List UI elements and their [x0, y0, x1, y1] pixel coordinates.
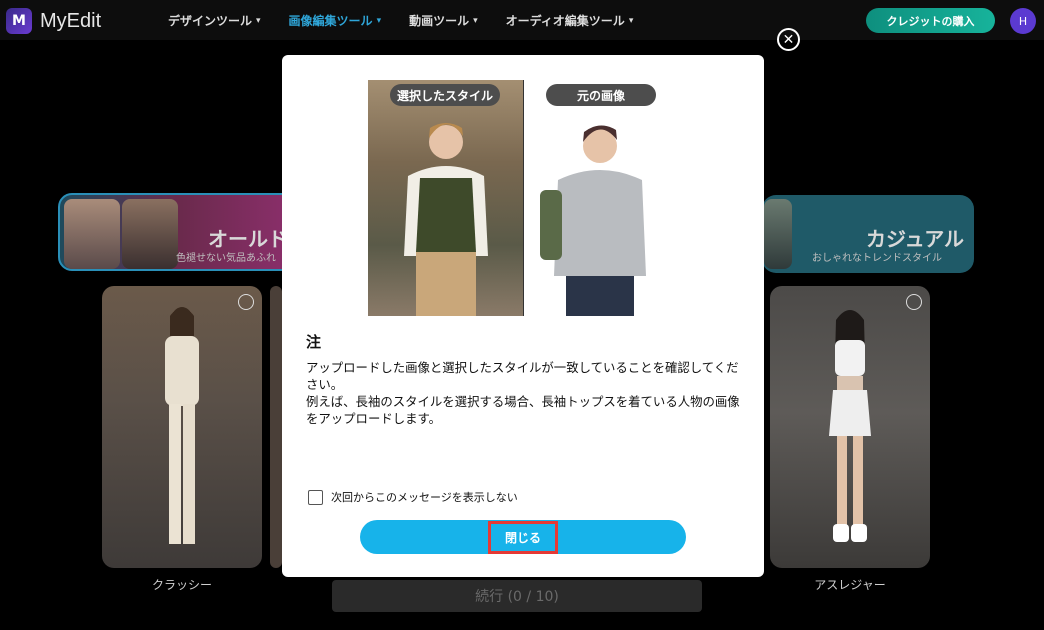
style-category-old[interactable]: オールド 色褪せない気品あふれ [58, 193, 298, 271]
main-nav: デザインツール ▾ 画像編集ツール ▾ 動画ツール ▾ オーディオ編集ツール ▾ [168, 12, 633, 29]
model-photo [165, 307, 199, 544]
nav-image-editing-tools[interactable]: 画像編集ツール ▾ [289, 12, 382, 29]
banner-title: オールド [208, 227, 288, 251]
dont-show-again-row[interactable]: 次回からこのメッセージを表示しない [308, 489, 518, 505]
banner-subtitle: 色褪せない気品あふれ [176, 253, 276, 264]
dont-show-again-label: 次回からこのメッセージを表示しない [331, 491, 518, 504]
dont-show-again-checkbox[interactable] [308, 489, 323, 505]
selected-style-badge: 選択したスタイル [390, 84, 500, 106]
style-card-athleisure[interactable] [770, 286, 930, 568]
note-line-1: アップロードした画像と選択したスタイルが一致していることを確認してください。 [306, 360, 739, 392]
banner-photo [122, 199, 178, 269]
style-category-casual[interactable]: カジュアル おしゃれなトレンドスタイル [762, 195, 974, 273]
original-image-badge: 元の画像 [546, 84, 656, 106]
card-label-classy: クラッシー [151, 578, 212, 592]
selected-style-model [404, 123, 488, 316]
selected-style-image [368, 80, 524, 316]
avatar[interactable]: H [1010, 8, 1036, 34]
logo-text: MyEdit [40, 9, 102, 32]
style-card-partial[interactable] [270, 286, 282, 568]
nav-design-tools[interactable]: デザインツール ▾ [168, 12, 261, 29]
original-image [532, 80, 668, 316]
nav-label: デザインツール [168, 14, 253, 28]
banner-photo [764, 199, 792, 269]
chevron-down-icon: ▾ [376, 15, 382, 26]
note-body: アップロードした画像と選択したスタイルが一致していることを確認してください。 例… [306, 359, 742, 427]
original-model [540, 125, 646, 316]
style-note-modal: 選択したスタイル 元の画像 注 アップロードした画像と選択したスタイルが一致して… [282, 55, 764, 577]
logo[interactable]: M MyEdit [6, 8, 101, 34]
radio-button[interactable] [238, 294, 254, 310]
buy-credits-button[interactable]: クレジットの購入 [866, 8, 995, 33]
model-photo [829, 310, 871, 542]
banner-title: カジュアル [866, 227, 964, 251]
nav-video-tools[interactable]: 動画ツール ▾ [409, 12, 478, 29]
close-icon[interactable]: ✕ [777, 28, 800, 51]
chevron-down-icon: ▾ [473, 15, 478, 26]
note-title: 注 [306, 333, 322, 351]
nav-label: 画像編集ツール [288, 14, 373, 28]
close-button-label: 閉じる [487, 520, 558, 554]
style-card-classy[interactable] [102, 286, 262, 568]
chevron-down-icon: ▾ [256, 15, 261, 26]
note-line-2: 例えば、長袖のスタイルを選択する場合、長袖トップスを着ている人物の画像をアップロ… [306, 394, 740, 426]
nav-audio-tools[interactable]: オーディオ編集ツール ▾ [506, 12, 634, 29]
continue-button[interactable]: 続行 (0 / 10) [332, 580, 702, 612]
banner-photo [64, 199, 120, 269]
close-button[interactable]: 閉じる [360, 520, 686, 554]
nav-label: オーディオ編集ツール [505, 14, 625, 28]
top-header: M MyEdit デザインツール ▾ 画像編集ツール ▾ 動画ツール ▾ オーデ… [0, 0, 1044, 40]
banner-subtitle: おしゃれなトレンドスタイル [812, 253, 942, 264]
card-label-athleisure: アスレジャー [814, 578, 886, 592]
radio-button[interactable] [906, 294, 922, 310]
logo-mark: M [6, 8, 32, 34]
chevron-down-icon: ▾ [628, 15, 634, 26]
nav-label: 動画ツール [409, 14, 470, 28]
